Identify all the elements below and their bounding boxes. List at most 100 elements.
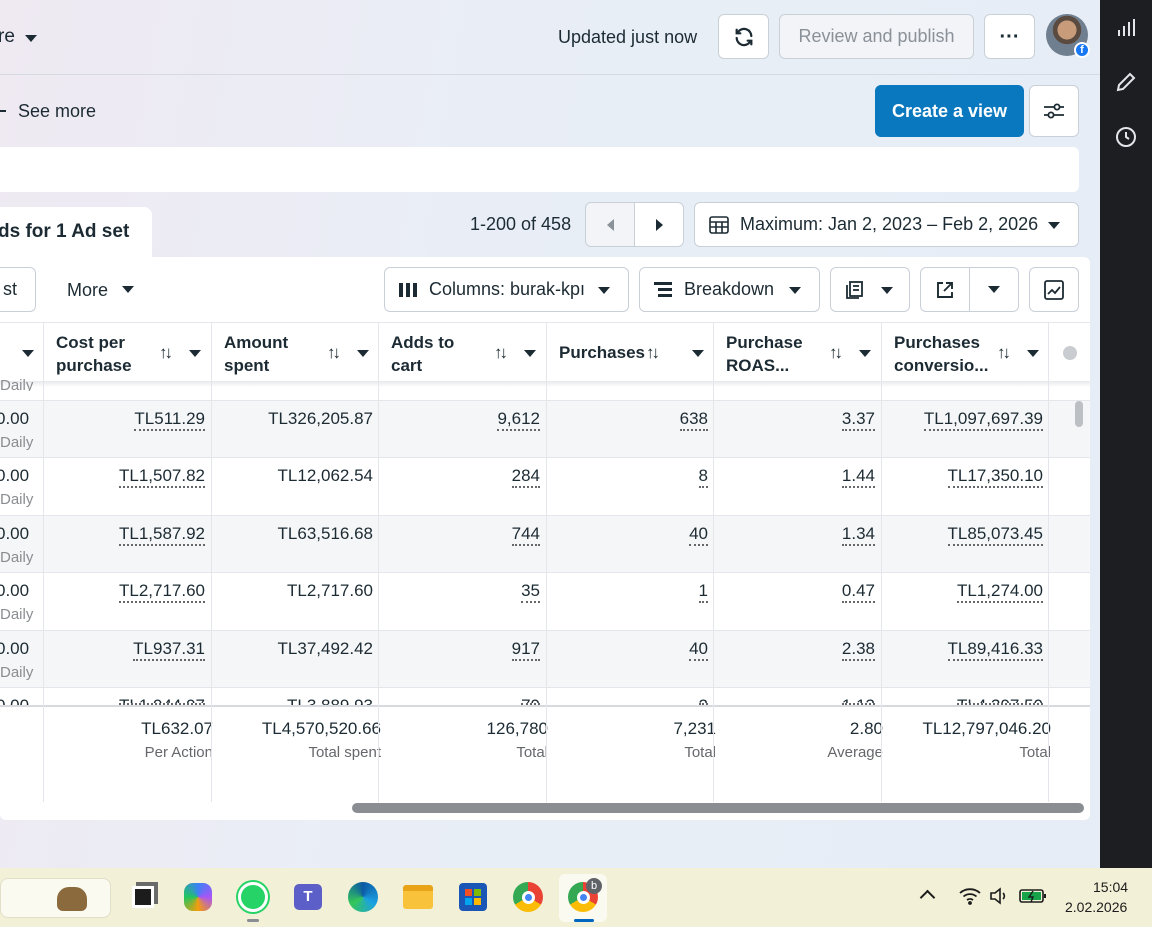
widgets-button[interactable] <box>0 878 111 918</box>
create-view-button[interactable]: Create a view <box>875 85 1024 137</box>
table-cell[interactable]: TL17,350.10 <box>947 466 1043 488</box>
table-cell[interactable]: 40 <box>689 639 708 661</box>
battery-charging-icon[interactable] <box>1019 888 1047 904</box>
table-cell[interactable]: TL89,416.33 <box>947 639 1043 661</box>
volume-icon[interactable] <box>989 887 1009 905</box>
sort-arrows-icon[interactable]: ↑↓ <box>829 341 843 364</box>
date-range-picker[interactable]: Maximum: Jan 2, 2023 – Feb 2, 2026 <box>694 202 1079 247</box>
first-col-sub-top: Daily <box>0 377 34 391</box>
sort-arrows-icon[interactable]: ↑↓ <box>997 341 1011 364</box>
table-cell[interactable]: TL85,073.45 <box>947 524 1043 546</box>
table-cell[interactable]: 1.34 <box>841 524 875 546</box>
column-header[interactable]: Purchases conversio... ↑↓ <box>894 322 1049 382</box>
table-cell[interactable]: 638 <box>679 409 708 431</box>
reports-dropdown[interactable] <box>830 267 910 312</box>
table-cell[interactable]: 2 <box>698 696 708 705</box>
ads-manager-window: re Updated just now Review and publish ·… <box>0 0 1100 868</box>
column-header-label: Cost per purchase <box>56 333 132 375</box>
refresh-button[interactable] <box>718 14 769 59</box>
horizontal-scrollbar-thumb[interactable] <box>352 803 1084 813</box>
chevron-down-icon[interactable] <box>859 350 871 357</box>
table-cell[interactable]: 3.37 <box>841 409 875 431</box>
chevron-down-icon[interactable] <box>357 350 369 357</box>
chevron-down-icon[interactable] <box>692 350 704 357</box>
table-cell[interactable]: 9,612 <box>497 409 540 431</box>
table-cell[interactable]: TL1,097,697.39 <box>923 409 1043 431</box>
edge-icon[interactable] <box>345 879 381 915</box>
chevron-down-icon[interactable] <box>25 35 37 42</box>
account-name-partial[interactable]: re <box>0 26 15 48</box>
table-cell[interactable]: 917 <box>511 639 540 661</box>
table-cell[interactable]: 1 <box>698 581 708 603</box>
chevron-down-icon[interactable] <box>22 350 34 357</box>
column-header[interactable]: Purchases ↑↓ <box>559 322 714 382</box>
table-cell[interactable]: 0.47 <box>841 581 875 603</box>
columns-icon <box>399 282 417 297</box>
partial-toolbar-button[interactable]: st <box>0 267 36 312</box>
microsoft-store-icon[interactable] <box>455 879 491 915</box>
table-cell: TL37,492.42 <box>277 639 373 658</box>
search-filter-bar[interactable] <box>0 147 1079 192</box>
table-cell[interactable]: 744 <box>511 524 540 546</box>
chrome-active-indicator <box>574 919 594 922</box>
table-cell[interactable]: 79 <box>521 696 540 705</box>
clock-time[interactable]: 15:04 <box>1093 879 1128 895</box>
table-cell[interactable]: 40 <box>689 524 708 546</box>
table-cell[interactable]: TL1,274.00 <box>956 581 1043 603</box>
chevron-down-icon[interactable] <box>122 286 134 293</box>
vertical-scrollbar-thumb[interactable] <box>1075 401 1083 427</box>
pencil-icon[interactable] <box>1114 70 1138 94</box>
table-cell[interactable]: 1.13 <box>841 696 875 705</box>
table-cell[interactable]: TL1,507.82 <box>118 466 205 488</box>
table-cell[interactable]: TL1,587.92 <box>118 524 205 546</box>
filter-settings-button[interactable] <box>1029 85 1079 137</box>
sliders-icon <box>1044 103 1064 119</box>
facebook-badge-icon: f <box>1074 42 1090 58</box>
column-header[interactable]: Purchase ROAS... ↑↓ <box>726 322 881 382</box>
table-cell[interactable]: TL2,717.60 <box>118 581 205 603</box>
sort-arrows-icon[interactable]: ↑↓ <box>494 341 508 364</box>
task-view-icon[interactable] <box>125 879 161 915</box>
table-cell[interactable]: 35 <box>521 581 540 603</box>
avatar[interactable]: f <box>1046 14 1090 58</box>
chrome-icon[interactable] <box>510 879 546 915</box>
table-cell[interactable]: TL4,397.50 <box>956 696 1043 705</box>
sort-arrows-icon[interactable]: ↑↓ <box>159 341 173 364</box>
first-column-sub: Daily <box>0 606 34 623</box>
table-cell[interactable]: TL511.29 <box>134 409 205 431</box>
breakdown-dropdown[interactable]: Breakdown <box>639 267 820 312</box>
chevron-down-icon[interactable] <box>1027 350 1039 357</box>
whatsapp-icon[interactable] <box>235 879 271 915</box>
columns-dropdown[interactable]: Columns: burak-kpı <box>384 267 629 312</box>
wifi-icon[interactable] <box>959 887 981 905</box>
sort-arrows-icon[interactable]: ↑↓ <box>646 341 660 364</box>
copilot-icon[interactable] <box>180 879 216 915</box>
table-cell[interactable]: TL1,944.97 <box>118 696 205 705</box>
clock-icon[interactable] <box>1114 125 1138 149</box>
charts-button[interactable] <box>1029 267 1079 312</box>
chevron-down-icon[interactable] <box>524 350 536 357</box>
export-button[interactable] <box>920 267 970 312</box>
sort-column-icon[interactable] <box>1063 346 1077 360</box>
table-cell[interactable]: 1.44 <box>841 466 875 488</box>
teams-icon[interactable]: T <box>290 879 326 915</box>
review-and-publish-button[interactable]: Review and publish <box>779 14 974 59</box>
see-more-link[interactable]: See more <box>18 101 96 122</box>
previous-page-button[interactable] <box>585 202 635 247</box>
more-options-button[interactable]: ··· <box>984 14 1035 59</box>
table-cell[interactable]: 284 <box>511 466 540 488</box>
column-header[interactable]: Amount spent ↑↓ <box>224 322 379 382</box>
column-header[interactable]: Cost per purchase ↑↓ <box>56 322 211 382</box>
table-cell[interactable]: TL937.31 <box>133 639 205 661</box>
column-header[interactable]: Adds to cart ↑↓ <box>391 322 546 382</box>
bar-chart-icon[interactable] <box>1114 16 1138 40</box>
next-page-button[interactable] <box>634 202 684 247</box>
chevron-down-icon[interactable] <box>189 350 201 357</box>
sort-arrows-icon[interactable]: ↑↓ <box>327 341 341 364</box>
table-cell[interactable]: 2.38 <box>841 639 875 661</box>
clock-date[interactable]: 2.02.2026 <box>1065 899 1127 915</box>
table-cell[interactable]: 8 <box>698 466 708 488</box>
file-explorer-icon[interactable] <box>400 879 436 915</box>
export-options-dropdown[interactable] <box>969 267 1019 312</box>
more-dropdown[interactable]: More <box>67 280 108 301</box>
